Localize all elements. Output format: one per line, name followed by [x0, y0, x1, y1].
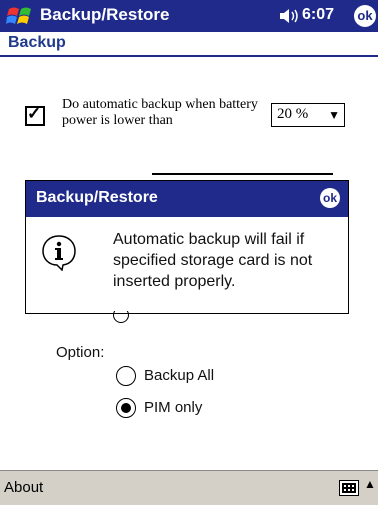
input-menu-arrow-icon[interactable]: ▲: [364, 477, 376, 491]
menu-bar: About ▲: [0, 470, 378, 505]
clock[interactable]: 6:07: [302, 6, 334, 24]
battery-threshold-value: 20 %: [277, 106, 309, 122]
backup-all-label[interactable]: Backup All: [144, 367, 214, 384]
app-title: Backup/Restore: [40, 5, 170, 24]
backup-all-radio[interactable]: [116, 366, 136, 386]
pim-only-label[interactable]: PIM only: [144, 399, 202, 416]
about-menu[interactable]: About: [4, 479, 43, 496]
dialog-message: Automatic backup will fail if specified …: [113, 231, 313, 290]
obscured-radio[interactable]: [113, 311, 129, 323]
speaker-icon[interactable]: [279, 8, 299, 24]
alert-dialog: Backup/Restore ok Automatic backup will …: [25, 180, 349, 314]
info-icon: [42, 235, 76, 271]
option-label: Option:: [56, 344, 105, 361]
page-title-divider: [0, 55, 378, 57]
start-flag-icon[interactable]: [6, 6, 34, 26]
page-title: Backup: [8, 34, 66, 51]
dialog-ok-button[interactable]: ok: [320, 188, 340, 208]
keyboard-icon[interactable]: [339, 480, 359, 496]
checkmark-icon: ✓: [27, 104, 42, 123]
title-bar: Backup/Restore 6:07 ok: [0, 0, 378, 32]
dialog-title: Backup/Restore: [36, 189, 158, 206]
pim-only-radio[interactable]: [116, 398, 136, 418]
ok-button[interactable]: ok: [354, 5, 376, 27]
auto-backup-label: Do automatic backup when battery power i…: [62, 97, 258, 128]
dialog-title-bar: Backup/Restore ok: [26, 181, 348, 217]
battery-threshold-dropdown[interactable]: 20 % ▼: [271, 103, 345, 127]
auto-backup-checkbox[interactable]: ✓: [25, 104, 45, 126]
dropdown-caret-icon: ▼: [328, 108, 340, 122]
obscured-control-edge: [152, 173, 333, 175]
